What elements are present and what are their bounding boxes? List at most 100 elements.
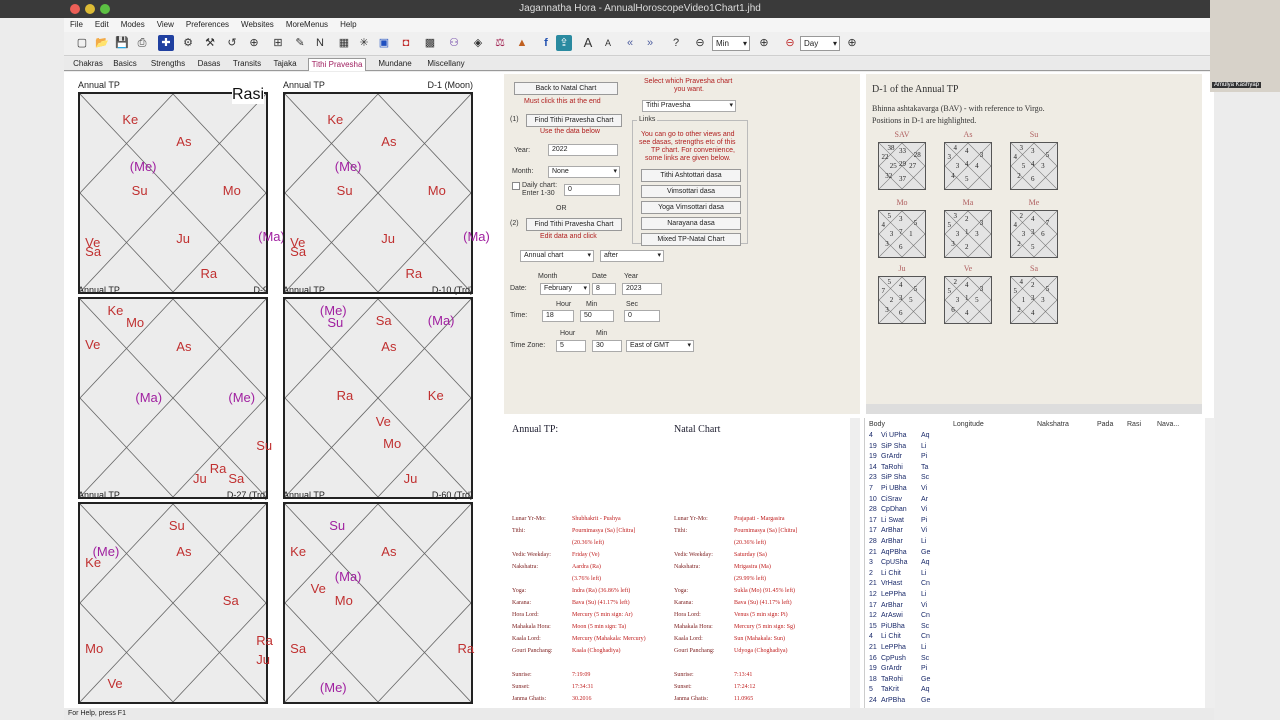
col-longitude[interactable]: Longitude: [953, 421, 984, 428]
bav-horizontal-scrollbar[interactable]: [866, 404, 1202, 414]
font-small-icon[interactable]: A: [600, 35, 616, 51]
col-body[interactable]: Body: [869, 421, 885, 428]
table-row[interactable]: 5 TaKrit Aq: [865, 686, 1205, 697]
month-select[interactable]: None: [548, 166, 620, 178]
pravesha-type-select[interactable]: Tithi Pravesha: [642, 100, 736, 112]
data-icon[interactable]: ⚙: [180, 35, 196, 51]
north-icon[interactable]: N: [312, 35, 328, 51]
table-row[interactable]: 2 Li Chit Li: [865, 570, 1205, 581]
font-large-icon[interactable]: A: [580, 35, 596, 51]
frame-icon[interactable]: ◘: [398, 35, 414, 51]
globe-icon[interactable]: ⊕: [246, 35, 262, 51]
rasi-chart[interactable]: Ke As (Me) Su Mo Ju Ve Sa (Ma) Ra: [283, 92, 490, 294]
date-month-select[interactable]: February: [540, 283, 590, 295]
daily-chart-checkbox[interactable]: [512, 182, 520, 190]
time-hour-input[interactable]: 18: [542, 310, 574, 322]
time-sec-input[interactable]: 0: [624, 310, 660, 322]
table-row[interactable]: 4 Li Chit Cn: [865, 633, 1205, 644]
tz-min-input[interactable]: 30: [592, 340, 622, 352]
after-select[interactable]: after: [600, 250, 664, 262]
time-min-input[interactable]: 50: [580, 310, 614, 322]
menu-preferences[interactable]: Preferences: [180, 18, 235, 32]
menu-help[interactable]: Help: [334, 18, 362, 32]
save-icon[interactable]: 💾: [114, 35, 130, 51]
share-icon[interactable]: ⇪: [556, 35, 572, 51]
close-window-button[interactable]: [70, 4, 80, 14]
back-double-icon[interactable]: «: [622, 35, 638, 51]
help-icon[interactable]: ?: [668, 35, 684, 51]
col-pada[interactable]: Pada: [1097, 421, 1113, 428]
tz-direction-select[interactable]: East of GMT: [626, 340, 694, 352]
table-row[interactable]: 17 Li Swat Pi: [865, 517, 1205, 528]
matrix-icon[interactable]: ▩: [422, 35, 438, 51]
rasi-chart[interactable]: Ke As (Me) Su Mo Ju Ve Sa (Ma) Ra Rasi: [78, 86, 285, 294]
grid-icon[interactable]: ⊞: [270, 35, 286, 51]
table-row[interactable]: 12 ArAswi Cn: [865, 612, 1205, 623]
tab-chakras[interactable]: Chakras: [68, 58, 108, 71]
scales-icon[interactable]: ⚖: [492, 35, 508, 51]
table-row[interactable]: 21 AqPBha Ge: [865, 549, 1205, 560]
menu-edit[interactable]: Edit: [89, 18, 115, 32]
table-row[interactable]: 17 ArBhar Vi: [865, 527, 1205, 538]
back-to-natal-button[interactable]: Back to Natal Chart: [514, 82, 618, 95]
table-row[interactable]: 3 CpUSha Aq: [865, 559, 1205, 570]
tithi-ashtottari-link[interactable]: Tithi Ashtottari dasa: [641, 169, 741, 182]
find-tp-chart-button-1[interactable]: Find Tithi Pravesha Chart: [526, 114, 622, 127]
table-row[interactable]: 21 LePPha Li: [865, 644, 1205, 655]
forward-double-icon[interactable]: »: [642, 35, 658, 51]
table-row[interactable]: 4 Vi UPha Aq: [865, 432, 1205, 443]
people-icon[interactable]: ⚇: [446, 35, 462, 51]
rasi-chart[interactable]: Ke Mo Ve As (Ma) (Me) Su Ra Ju Sa: [78, 297, 272, 499]
col-navamsa[interactable]: Nava...: [1157, 421, 1179, 428]
tab-strengths[interactable]: Strengths: [148, 58, 188, 71]
zoom-window-button[interactable]: [100, 4, 110, 14]
prev-icon[interactable]: ⊖: [782, 35, 798, 51]
table-row[interactable]: 17 ArBhar Vi: [865, 602, 1205, 613]
table-row[interactable]: 19 GrArdr Pi: [865, 665, 1205, 676]
tab-dasas[interactable]: Dasas: [194, 58, 224, 71]
step-back-icon[interactable]: ⊖: [692, 35, 708, 51]
chart-type-select[interactable]: Annual chart: [520, 250, 594, 262]
table-row[interactable]: 12 LePPha Li: [865, 591, 1205, 602]
find-tp-chart-button-2[interactable]: Find Tithi Pravesha Chart: [526, 218, 622, 231]
table-row[interactable]: 28 CpDhan Vi: [865, 506, 1205, 517]
cube-icon[interactable]: ◈: [470, 35, 486, 51]
table-icon[interactable]: ▦: [336, 35, 352, 51]
table-row[interactable]: 21 VrHast Cn: [865, 580, 1205, 591]
vimsottari-link[interactable]: Vimsottari dasa: [641, 185, 741, 198]
menu-modes[interactable]: Modes: [115, 18, 151, 32]
table-row[interactable]: 7 Pi UBha Vi: [865, 485, 1205, 496]
menu-file[interactable]: File: [64, 18, 89, 32]
sb-icon[interactable]: ▣: [376, 35, 392, 51]
table-row[interactable]: 18 TaRohi Ge: [865, 676, 1205, 687]
tools-icon[interactable]: ⚒: [202, 35, 218, 51]
col-rasi[interactable]: Rasi: [1127, 421, 1141, 428]
rasi-chart[interactable]: Su (Me) Ke As Sa Mo Ra Ju Ve: [78, 502, 273, 704]
col-nakshatra[interactable]: Nakshatra: [1037, 421, 1069, 428]
daily-chart-input[interactable]: 0: [564, 184, 620, 196]
tab-miscellany[interactable]: Miscellany: [424, 58, 468, 71]
table-row[interactable]: 16 CpPush Sc: [865, 655, 1205, 666]
edit-icon[interactable]: ✎: [292, 35, 308, 51]
transit-icon[interactable]: ↺: [224, 35, 240, 51]
date-year-input[interactable]: 2023: [622, 283, 662, 295]
yoga-vimsottari-link[interactable]: Yoga Vimsottari dasa: [641, 201, 741, 214]
menu-view[interactable]: View: [151, 18, 180, 32]
menu-moremenus[interactable]: MoreMenus: [280, 18, 334, 32]
chart-icon[interactable]: ✚: [158, 35, 174, 51]
star-icon[interactable]: ✳: [356, 35, 372, 51]
tz-hour-input[interactable]: 5: [556, 340, 586, 352]
tab-transits[interactable]: Transits: [230, 58, 264, 71]
table-row[interactable]: 19 SiP Sha Li: [865, 443, 1205, 454]
info-vertical-scrollbar[interactable]: [850, 418, 860, 708]
table-vertical-scrollbar[interactable]: [1205, 418, 1215, 708]
year-input[interactable]: 2022: [548, 144, 618, 156]
fire-icon[interactable]: ▲: [514, 35, 530, 51]
table-row[interactable]: 15 PiUBha Sc: [865, 623, 1205, 634]
menu-websites[interactable]: Websites: [235, 18, 280, 32]
table-row[interactable]: 19 GrArdr Pi: [865, 453, 1205, 464]
table-row[interactable]: 24 ArPBha Ge: [865, 697, 1205, 708]
narayana-link[interactable]: Narayana dasa: [641, 217, 741, 230]
table-row[interactable]: 28 ArBhar Li: [865, 538, 1205, 549]
new-file-icon[interactable]: ▢: [74, 35, 90, 51]
